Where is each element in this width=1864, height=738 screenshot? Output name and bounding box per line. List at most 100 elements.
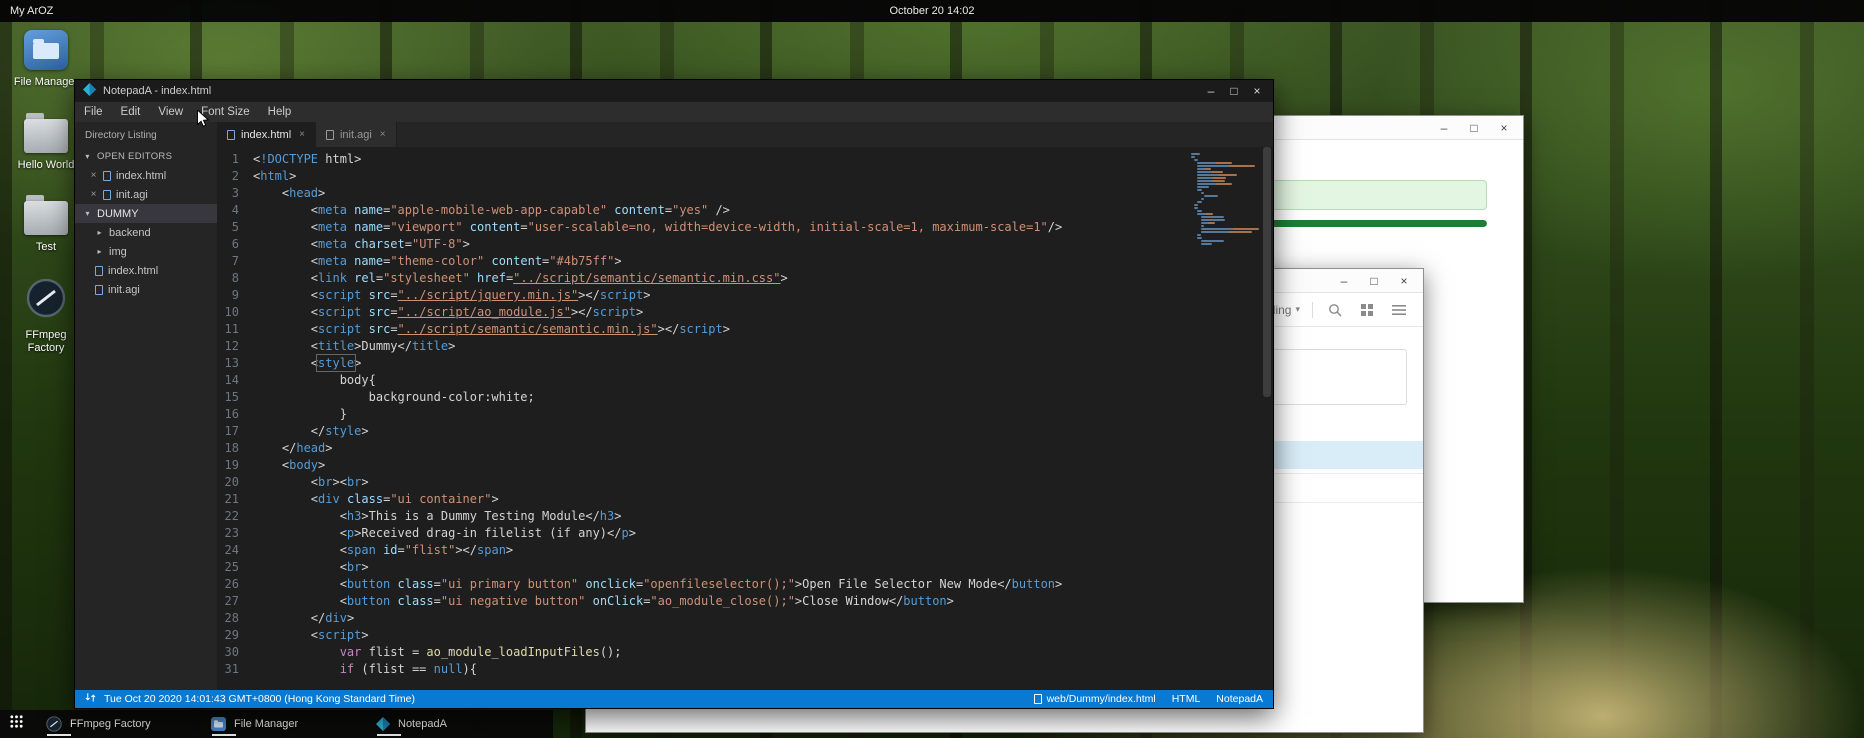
menu-view[interactable]: View	[149, 102, 192, 122]
tab-index-html[interactable]: index.html×	[217, 122, 316, 147]
list-view-icon[interactable]	[1389, 300, 1409, 320]
scrollbar-thumb[interactable]	[1263, 147, 1271, 397]
tree-item-img[interactable]: ▸img	[75, 242, 217, 261]
code-line[interactable]: 23 <p>Received drag-in filelist (if any)…	[217, 525, 1273, 542]
minimap-line	[1197, 162, 1232, 164]
code-line[interactable]: 25 <br>	[217, 559, 1273, 576]
aroz-menu-button[interactable]: My ArOZ	[0, 5, 53, 17]
code-line[interactable]: 1<!DOCTYPE html>	[217, 151, 1273, 168]
code-line[interactable]: 11 <script src="../script/semantic/seman…	[217, 321, 1273, 338]
maximize-icon[interactable]: □	[1467, 116, 1481, 140]
taskbar-item-file-manager[interactable]: File Manager	[197, 710, 362, 738]
code-line[interactable]: 14 body{	[217, 372, 1273, 389]
minimize-icon[interactable]: –	[1337, 269, 1351, 293]
code-line[interactable]: 5 <meta name="viewport" content="user-sc…	[217, 219, 1273, 236]
code-text: <meta name="apple-mobile-web-app-capable…	[253, 202, 730, 219]
close-icon[interactable]: ×	[1249, 84, 1265, 98]
close-icon[interactable]: ×	[1397, 269, 1411, 293]
code-line[interactable]: 28 </div>	[217, 610, 1273, 627]
desktop-icon-test[interactable]: Test	[8, 195, 84, 254]
code-line[interactable]: 26 <button class="ui primary button" onc…	[217, 576, 1273, 593]
code-line[interactable]: 16 }	[217, 406, 1273, 423]
code-line[interactable]: 4 <meta name="apple-mobile-web-app-capab…	[217, 202, 1273, 219]
taskbar-item-label: FFmpeg Factory	[70, 718, 151, 730]
grid-view-icon[interactable]	[1357, 300, 1377, 320]
code-line[interactable]: 19 <body>	[217, 457, 1273, 474]
close-icon[interactable]: ×	[1497, 116, 1511, 140]
close-icon[interactable]: ×	[89, 170, 98, 181]
menu-file[interactable]: File	[75, 102, 112, 122]
maximize-icon[interactable]: □	[1367, 269, 1381, 293]
close-icon[interactable]: ×	[89, 189, 98, 200]
file-icon	[95, 266, 103, 276]
line-number: 28	[217, 610, 253, 627]
tree-item-index-html[interactable]: index.html	[75, 261, 217, 280]
code-line[interactable]: 29 <script>	[217, 627, 1273, 644]
minimap-line	[1201, 243, 1212, 245]
line-number: 10	[217, 304, 253, 321]
desktop-icon-ffmpeg-factory[interactable]: FFmpeg Factory	[8, 278, 84, 354]
menu-edit[interactable]: Edit	[112, 102, 150, 122]
minimap-line	[1201, 222, 1215, 224]
close-icon[interactable]: ×	[299, 129, 305, 140]
code-line[interactable]: 13 <style>	[217, 355, 1273, 372]
desktop-background[interactable]: My ArOZ October 20 14:02 File ManagerHel…	[0, 0, 1864, 738]
search-icon[interactable]	[1325, 300, 1345, 320]
minimap-line	[1201, 231, 1252, 233]
tree-item-backend[interactable]: ▸backend	[75, 223, 217, 242]
code-line[interactable]: 20 <br><br>	[217, 474, 1273, 491]
code-line[interactable]: 30 var flist = ao_module_loadInputFiles(…	[217, 644, 1273, 661]
code-text: <meta name="viewport" content="user-scal…	[253, 219, 1062, 236]
desktop-icon-hello-world[interactable]: Hello World	[8, 113, 84, 172]
code-line[interactable]: 24 <span id="flist"></span>	[217, 542, 1273, 559]
taskbar-item-ffmpeg-factory[interactable]: FFmpeg Factory	[32, 710, 197, 738]
code-line[interactable]: 15 background-color:white;	[217, 389, 1273, 406]
status-datetime: Tue Oct 20 2020 14:01:43 GMT+0800 (Hong …	[104, 693, 415, 705]
code-line[interactable]: 8 <link rel="stylesheet" href="../script…	[217, 270, 1273, 287]
code-line[interactable]: 9 <script src="../script/jquery.min.js">…	[217, 287, 1273, 304]
code-line[interactable]: 18 </head>	[217, 440, 1273, 457]
code-text: <span id="flist"></span>	[253, 542, 513, 559]
sidebar-item-dummy-folder[interactable]: ▾ DUMMY	[75, 204, 217, 223]
notepada-titlebar[interactable]: NotepadA - index.html – □ ×	[75, 80, 1273, 102]
minimize-icon[interactable]: –	[1437, 116, 1451, 140]
maximize-icon[interactable]: □	[1226, 84, 1242, 98]
code-line[interactable]: 17 </style>	[217, 423, 1273, 440]
code-text: var flist = ao_module_loadInputFiles();	[253, 644, 622, 661]
tree-item-init-agi[interactable]: init.agi	[75, 280, 217, 299]
taskbar-item-notepada[interactable]: NotepadA	[362, 710, 527, 738]
tab-init-agi[interactable]: init.agi×	[316, 122, 397, 147]
open-editor-init-agi[interactable]: ×init.agi	[75, 185, 217, 204]
minimap-line	[1201, 228, 1259, 230]
code-line[interactable]: 22 <h3>This is a Dummy Testing Module</h…	[217, 508, 1273, 525]
folder-tree-list: ▸backend▸imgindex.htmlinit.agi	[75, 223, 217, 299]
desktop-icon-file-manager[interactable]: File Manager	[8, 30, 84, 89]
desktop-icon-label: File Manager	[14, 76, 78, 89]
open-editors-section[interactable]: ▾ OPEN EDITORS	[75, 147, 217, 166]
minimize-icon[interactable]: –	[1203, 84, 1219, 98]
code-line[interactable]: 3 <head>	[217, 185, 1273, 202]
code-editor[interactable]: 1<!DOCTYPE html>2<html>3 <head>4 <meta n…	[217, 147, 1273, 690]
code-text: <link rel="stylesheet" href="../script/s…	[253, 270, 788, 287]
code-line[interactable]: 2<html>	[217, 168, 1273, 185]
menu-font-size[interactable]: Font Size	[192, 102, 259, 122]
code-line[interactable]: 27 <button class="ui negative button" on…	[217, 593, 1273, 610]
toolbar-divider	[1312, 302, 1313, 318]
line-number: 1	[217, 151, 253, 168]
code-line[interactable]: 12 <title>Dummy</title>	[217, 338, 1273, 355]
code-line[interactable]: 31 if (flist == null){	[217, 661, 1273, 678]
file-icon	[1034, 694, 1042, 704]
code-line[interactable]: 7 <meta name="theme-color" content="#4b7…	[217, 253, 1273, 270]
minimap[interactable]	[1191, 153, 1257, 246]
code-line[interactable]: 6 <meta charset="UTF-8">	[217, 236, 1273, 253]
folder-icon	[24, 119, 68, 153]
code-line[interactable]: 21 <div class="ui container">	[217, 491, 1273, 508]
start-menu-button[interactable]	[0, 710, 32, 738]
code-text: <div class="ui container">	[253, 491, 499, 508]
close-icon[interactable]: ×	[380, 129, 386, 140]
status-language[interactable]: HTML	[1172, 693, 1201, 705]
open-editor-index-html[interactable]: ×index.html	[75, 166, 217, 185]
editor-scrollbar[interactable]	[1263, 147, 1271, 690]
code-line[interactable]: 10 <script src="../script/ao_module.js">…	[217, 304, 1273, 321]
menu-help[interactable]: Help	[259, 102, 301, 122]
